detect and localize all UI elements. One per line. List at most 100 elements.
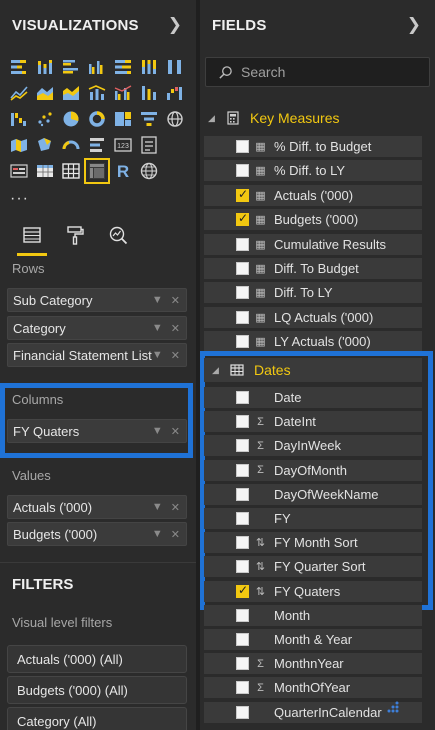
remove-x-icon[interactable]: ✕ bbox=[171, 322, 180, 335]
field-fy-quaters[interactable]: ⇅ FY Quaters bbox=[204, 580, 422, 602]
globe-icon[interactable] bbox=[136, 158, 162, 184]
field-ly-actuals-000[interactable]: ▦ LY Actuals ('000) bbox=[204, 331, 422, 353]
field-monthnyear[interactable]: Σ MonthnYear bbox=[204, 653, 422, 675]
matrix-icon[interactable] bbox=[84, 158, 110, 184]
100-percent-bar-chart-icon[interactable] bbox=[110, 54, 136, 80]
checkbox[interactable] bbox=[236, 608, 249, 622]
field-fy-quarter-sort[interactable]: ⇅ FY Quarter Sort bbox=[204, 556, 422, 578]
r-script-visual-icon[interactable]: R bbox=[110, 158, 136, 184]
field-dayinweek[interactable]: Σ DayInWeek bbox=[204, 435, 422, 457]
checkbox[interactable] bbox=[236, 164, 249, 178]
clustered-column-chart-icon[interactable] bbox=[84, 54, 110, 80]
field-budgets-000[interactable]: ▦ Budgets ('000) bbox=[204, 209, 422, 231]
donut-chart-icon[interactable] bbox=[84, 106, 110, 132]
values-field-budgets[interactable]: Budgets ('000) ▼ ✕ bbox=[7, 522, 187, 546]
analytics-magnifier-icon[interactable] bbox=[103, 220, 133, 250]
treemap-icon[interactable] bbox=[110, 106, 136, 132]
waterfall-variant-icon[interactable] bbox=[6, 106, 32, 132]
field-month[interactable]: Month bbox=[204, 604, 422, 626]
columns-field-fy-quaters[interactable]: FY Quaters ▼ ✕ bbox=[7, 419, 187, 443]
field-diff-to-budget[interactable]: ▦ % Diff. to Budget bbox=[204, 136, 422, 157]
field-cumulative-results[interactable]: ▦ Cumulative Results bbox=[204, 233, 422, 255]
resize-grip-icon[interactable] bbox=[383, 697, 405, 719]
checkbox[interactable] bbox=[236, 415, 249, 429]
table-key-measures[interactable]: ◢ Key Measures bbox=[200, 106, 435, 130]
table-dates[interactable]: ◢ Dates bbox=[204, 358, 422, 382]
table-grid-icon[interactable] bbox=[58, 158, 84, 184]
field-diff-to-ly[interactable]: ▦ Diff. To LY bbox=[204, 282, 422, 304]
checkbox[interactable] bbox=[236, 583, 249, 598]
scatter-chart-icon[interactable] bbox=[32, 106, 58, 132]
filled-map-icon[interactable] bbox=[6, 132, 32, 158]
table-icon[interactable] bbox=[32, 158, 58, 184]
checkbox[interactable] bbox=[236, 211, 249, 227]
multi-row-card-icon[interactable] bbox=[84, 132, 110, 158]
area-chart-icon[interactable] bbox=[32, 80, 58, 106]
checkbox[interactable] bbox=[236, 681, 249, 695]
checkbox[interactable] bbox=[236, 560, 249, 574]
format-paint-roller-icon[interactable] bbox=[60, 220, 90, 250]
chevron-down-icon[interactable]: ▼ bbox=[152, 528, 163, 540]
remove-x-icon[interactable]: ✕ bbox=[171, 294, 180, 307]
field-fy-month-sort[interactable]: ⇅ FY Month Sort bbox=[204, 532, 422, 554]
checkbox[interactable] bbox=[236, 463, 249, 477]
field-monthofyear[interactable]: Σ MonthOfYear bbox=[204, 677, 422, 699]
checkbox[interactable] bbox=[236, 262, 249, 275]
field-actuals-000[interactable]: ▦ Actuals ('000) bbox=[204, 184, 422, 206]
field-dayofweekname[interactable]: DayOfWeekName bbox=[204, 483, 422, 505]
100-percent-column-chart-icon[interactable] bbox=[136, 54, 162, 80]
checkbox[interactable] bbox=[236, 286, 249, 300]
shape-map-icon[interactable] bbox=[32, 132, 58, 158]
clustered-bar-chart-icon[interactable] bbox=[58, 54, 84, 80]
pie-chart-icon[interactable] bbox=[58, 106, 84, 132]
checkbox[interactable] bbox=[236, 512, 249, 525]
gauge-icon[interactable] bbox=[58, 132, 84, 158]
remove-x-icon[interactable]: ✕ bbox=[171, 528, 180, 541]
field-diff-to-ly[interactable]: ▦ % Diff. to LY bbox=[204, 160, 422, 182]
waterfall-chart-icon[interactable] bbox=[162, 80, 188, 106]
line-chart-icon[interactable] bbox=[6, 80, 32, 106]
filter-card-budgets[interactable]: Budgets ('000) (All) bbox=[7, 676, 187, 704]
kpi-icon[interactable] bbox=[136, 132, 162, 158]
more-visuals-ellipsis[interactable]: ··· bbox=[10, 190, 29, 208]
checkbox[interactable] bbox=[236, 657, 249, 671]
rows-field-financial-statement-list[interactable]: Financial Statement List ▼ ✕ bbox=[7, 343, 187, 367]
field-month-year[interactable]: Month & Year bbox=[204, 629, 422, 650]
remove-x-icon[interactable]: ✕ bbox=[171, 349, 180, 362]
line-and-stacked-column-icon[interactable] bbox=[84, 80, 110, 106]
expand-caret-icon[interactable]: ◢ bbox=[208, 113, 218, 124]
rows-field-category[interactable]: Category ▼ ✕ bbox=[7, 316, 187, 340]
ribbon-chart-icon[interactable] bbox=[136, 80, 162, 106]
map-icon[interactable] bbox=[162, 106, 188, 132]
stacked-column-chart-icon[interactable] bbox=[32, 54, 58, 80]
filter-card-category[interactable]: Category (All) bbox=[7, 707, 187, 730]
field-date[interactable]: Date bbox=[204, 387, 422, 408]
checkbox[interactable] bbox=[236, 391, 249, 404]
remove-x-icon[interactable]: ✕ bbox=[171, 425, 180, 438]
expand-caret-icon[interactable]: ◢ bbox=[212, 365, 222, 376]
checkbox[interactable] bbox=[236, 237, 249, 251]
values-field-actuals[interactable]: Actuals ('000) ▼ ✕ bbox=[7, 495, 187, 519]
field-dayofmonth[interactable]: Σ DayOfMonth bbox=[204, 459, 422, 481]
rows-field-sub-category[interactable]: Sub Category ▼ ✕ bbox=[7, 288, 187, 312]
stacked-area-chart-icon[interactable] bbox=[58, 80, 84, 106]
field-dateint[interactable]: Σ DateInt bbox=[204, 411, 422, 433]
checkbox[interactable] bbox=[236, 487, 249, 501]
fields-search-box[interactable]: Search bbox=[205, 57, 430, 87]
checkbox[interactable] bbox=[236, 335, 249, 349]
checkbox[interactable] bbox=[236, 439, 249, 453]
checkbox[interactable] bbox=[236, 536, 249, 550]
chevron-down-icon[interactable]: ▼ bbox=[152, 322, 163, 334]
field-lq-actuals-000[interactable]: ▦ LQ Actuals ('000) bbox=[204, 306, 422, 328]
chevron-down-icon[interactable]: ▼ bbox=[152, 425, 163, 437]
fields-tab-icon[interactable] bbox=[17, 220, 47, 256]
column-chart-icon[interactable] bbox=[162, 54, 188, 80]
field-fy[interactable]: FY bbox=[204, 508, 422, 529]
collapse-fields-chevron-icon[interactable]: ❯ bbox=[407, 15, 421, 35]
line-and-clustered-column-icon[interactable] bbox=[110, 80, 136, 106]
checkbox[interactable] bbox=[236, 633, 249, 646]
stacked-bar-chart-icon[interactable] bbox=[6, 54, 32, 80]
field-diff-to-budget[interactable]: ▦ Diff. To Budget bbox=[204, 258, 422, 279]
chevron-down-icon[interactable]: ▼ bbox=[152, 349, 163, 361]
checkbox[interactable] bbox=[236, 140, 249, 153]
